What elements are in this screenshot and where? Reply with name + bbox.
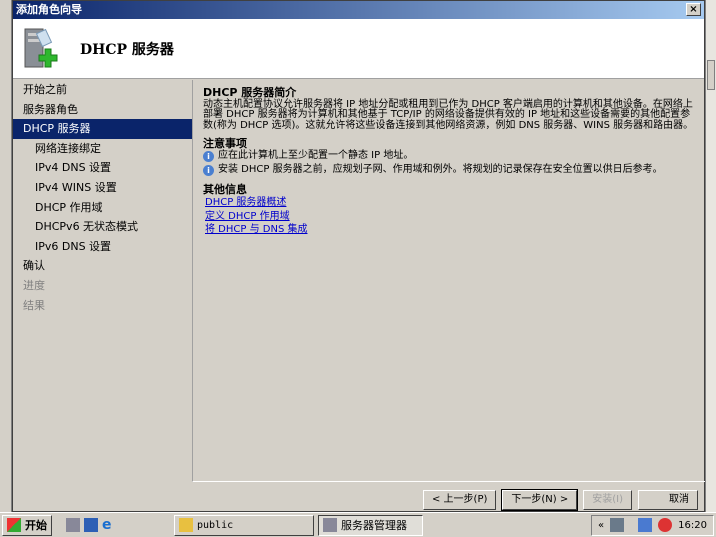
nav-step[interactable]: 确认 [13,256,192,276]
intro-text: 动态主机配置协议允许服务器将 IP 地址分配或租用到已作为 DHCP 客户端启用… [203,98,694,131]
system-tray: « 16:20 [591,514,714,536]
taskbar: 开始 e public 服务器管理器 « 16:20 [0,512,716,537]
tray-expand-icon[interactable]: « [598,520,604,531]
network-icon[interactable] [638,518,653,532]
scroll-thumb[interactable] [707,60,715,90]
note-text: 安装 DHCP 服务器之前，应规划子网、作用域和例外。将规划的记录保存在安全位置… [218,163,663,175]
nav-step[interactable]: 开始之前 [13,80,192,100]
note-item: i 安装 DHCP 服务器之前，应规划子网、作用域和例外。将规划的记录保存在安全位… [203,163,695,176]
nav-step[interactable]: DHCP 作用域 [13,198,192,218]
link-dhcp-overview[interactable]: DHCP 服务器概述 [205,196,695,210]
nav-step[interactable]: IPv6 DNS 设置 [13,237,192,257]
info-icon: i [203,164,214,176]
background-scrollbar[interactable] [705,0,716,512]
vm-icon[interactable] [610,518,625,532]
nav-step[interactable]: IPv4 WINS 设置 [13,178,192,198]
volume-muted-icon[interactable] [658,518,673,532]
server-manager-icon [323,518,337,532]
note-item: i 应在此计算机上至少配置一个静态 IP 地址。 [203,149,695,162]
background-window [0,0,12,512]
show-desktop-icon[interactable] [84,518,98,532]
link-define-scope[interactable]: 定义 DHCP 作用域 [205,210,695,224]
page-title: DHCP 服务器 [80,42,174,58]
wizard-buttons: < 上一步(P) 下一步(N) > 安装(I) 取消 [423,489,698,511]
nav-step[interactable]: 网络连接绑定 [13,139,192,159]
server-manager-quicklaunch-icon[interactable] [66,518,80,532]
next-button[interactable]: 下一步(N) > [501,489,579,511]
nav-step[interactable]: DHCP 服务器 [13,119,192,139]
nav-step: 进度 [23,278,45,292]
install-button: 安装(I) [583,490,632,510]
clock: 16:20 [678,519,707,531]
previous-button[interactable]: < 上一步(P) [423,490,497,510]
start-button[interactable]: 开始 [2,514,52,536]
nav-step[interactable]: 服务器角色 [13,100,192,120]
server-add-icon [24,28,58,68]
title-bar: 添加角色向导 × [13,1,704,19]
windows-logo-icon [7,518,21,532]
ie-icon[interactable]: e [102,518,116,532]
intro-heading: DHCP 服务器简介 [203,86,297,99]
wizard-steps-nav: 开始之前 服务器角色 DHCP 服务器 网络连接绑定 IPv4 DNS 设置 IPv4 W… [13,80,192,480]
nav-step[interactable]: DHCPv6 无状态模式 [13,217,192,237]
content-pane: DHCP 服务器简介 动态主机配置协议允许服务器将 IP 地址分配或租用到已作为… [192,80,705,482]
info-icon: i [203,150,214,162]
taskbar-item-server-manager[interactable]: 服务器管理器 [318,514,423,536]
wizard-header: DHCP 服务器 [13,19,704,79]
nav-step: 结果 [23,298,45,312]
link-dns-integration[interactable]: 将 DHCP 与 DNS 集成 [205,223,695,237]
add-roles-wizard-dialog: 添加角色向导 × DHCP 服务器 开始之前 服务器角色 DHCP 服务器 网络连接绑… [12,0,705,512]
nav-step[interactable]: IPv4 DNS 设置 [13,158,192,178]
window-title: 添加角色向导 [16,3,82,16]
taskbar-item-public[interactable]: public [174,514,314,536]
folder-icon [179,518,193,532]
close-button[interactable]: × [686,3,701,16]
note-text: 应在此计算机上至少配置一个静态 IP 地址。 [218,149,414,161]
cancel-button[interactable]: 取消 [638,490,698,510]
notes-heading: 注意事项 [203,137,247,150]
more-info-heading: 其他信息 [203,182,247,196]
